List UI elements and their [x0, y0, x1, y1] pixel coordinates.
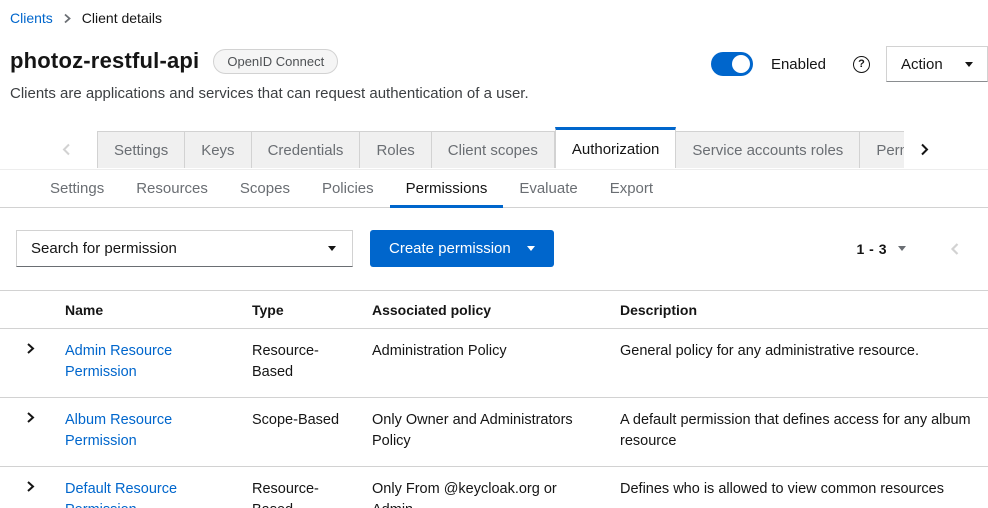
permissions-toolbar: Search for permission Create permission … — [0, 230, 988, 267]
create-permission-label: Create permission — [389, 240, 511, 257]
row-expand-button[interactable] — [0, 329, 49, 397]
caret-down-icon — [965, 62, 973, 67]
permission-name-cell: Album Resource Permission — [49, 398, 236, 466]
associated-policy-cell: Only From @keycloak.org or Admin — [356, 467, 604, 508]
tab-scroll-right-button[interactable] — [904, 131, 962, 168]
permission-name-cell: Admin Resource Permission — [49, 329, 236, 397]
pagination-range-dropdown[interactable]: 1 - 3 — [856, 241, 906, 257]
associated-policy-cell: Only Owner and Administrators Policy — [356, 398, 604, 466]
permission-name-cell: Default Resource Permission — [49, 467, 236, 508]
tab-service-accounts-roles[interactable]: Service accounts roles — [676, 131, 860, 168]
permission-type-cell: Resource-Based — [236, 467, 356, 508]
tab-authorization[interactable]: Authorization — [555, 127, 677, 168]
breadcrumb-link-clients[interactable]: Clients — [10, 10, 53, 26]
permission-name-link[interactable]: Default Resource Permission — [65, 481, 177, 508]
column-header-name: Name — [49, 291, 236, 328]
help-icon[interactable]: ? — [853, 56, 870, 73]
enabled-toggle[interactable] — [711, 52, 753, 76]
caret-down-icon — [898, 246, 906, 251]
tab-keys[interactable]: Keys — [185, 131, 251, 168]
permissions-table: Name Type Associated policy Description … — [0, 290, 988, 508]
page-header: photoz-restful-api OpenID Connect — [10, 48, 338, 74]
column-header-type: Type — [236, 291, 356, 328]
table-row: Album Resource Permission Scope-Based On… — [0, 398, 988, 467]
subtab-permissions[interactable]: Permissions — [390, 170, 504, 207]
protocol-badge: OpenID Connect — [213, 49, 338, 74]
permission-type-cell: Resource-Based — [236, 329, 356, 397]
pagination: 1 - 3 — [856, 241, 960, 257]
permission-name-link[interactable]: Admin Resource Permission — [65, 343, 172, 380]
search-permission-dropdown[interactable]: Search for permission — [16, 230, 353, 267]
breadcrumb-current: Client details — [82, 10, 162, 26]
action-dropdown-label: Action — [901, 56, 943, 73]
row-expand-button[interactable] — [0, 467, 49, 508]
associated-policy-cell: Administration Policy — [356, 329, 604, 397]
permission-type-cell: Scope-Based — [236, 398, 356, 466]
column-header-description: Description — [604, 291, 988, 328]
search-permission-label: Search for permission — [31, 240, 177, 257]
header-controls: Enabled ? Action — [711, 46, 988, 82]
permission-name-link[interactable]: Album Resource Permission — [65, 412, 172, 449]
tab-permissions[interactable]: Permissions — [860, 131, 904, 168]
tab-scroll-left-button[interactable] — [0, 131, 97, 168]
description-cell: General policy for any administrative re… — [604, 329, 988, 397]
table-row: Default Resource Permission Resource-Bas… — [0, 467, 988, 508]
page-subtitle: Clients are applications and services th… — [10, 85, 529, 102]
subtab-scopes[interactable]: Scopes — [224, 170, 306, 207]
description-cell: A default permission that defines access… — [604, 398, 988, 466]
subtab-settings[interactable]: Settings — [34, 170, 120, 207]
caret-down-icon — [527, 246, 535, 251]
subtab-evaluate[interactable]: Evaluate — [503, 170, 593, 207]
caret-down-icon — [328, 246, 336, 251]
header-expand-spacer — [0, 291, 49, 328]
tab-roles[interactable]: Roles — [360, 131, 431, 168]
table-header-row: Name Type Associated policy Description — [0, 290, 988, 329]
subtab-policies[interactable]: Policies — [306, 170, 390, 207]
breadcrumb: Clients Client details — [10, 10, 162, 26]
table-row: Admin Resource Permission Resource-Based… — [0, 329, 988, 398]
tab-client-scopes[interactable]: Client scopes — [432, 131, 555, 168]
enabled-label: Enabled — [771, 56, 826, 73]
tab-credentials[interactable]: Credentials — [252, 131, 361, 168]
authorization-subtabs: Settings Resources Scopes Policies Permi… — [0, 169, 988, 208]
pagination-prev-button[interactable] — [950, 242, 960, 256]
description-cell: Defines who is allowed to view common re… — [604, 467, 988, 508]
create-permission-button[interactable]: Create permission — [370, 230, 554, 267]
client-tabs: Settings Keys Credentials Roles Client s… — [0, 127, 988, 168]
tab-settings[interactable]: Settings — [97, 131, 185, 168]
toggle-knob — [732, 55, 750, 73]
action-dropdown[interactable]: Action — [886, 46, 988, 82]
row-expand-button[interactable] — [0, 398, 49, 466]
pagination-range-label: 1 - 3 — [856, 241, 887, 257]
subtab-resources[interactable]: Resources — [120, 170, 224, 207]
breadcrumb-separator-icon — [63, 13, 72, 24]
table-body: Admin Resource Permission Resource-Based… — [0, 329, 988, 508]
subtab-export[interactable]: Export — [594, 170, 669, 207]
column-header-associated-policy: Associated policy — [356, 291, 604, 328]
page-title: photoz-restful-api — [10, 48, 199, 74]
client-details-page: Clients Client details photoz-restful-ap… — [0, 0, 988, 508]
